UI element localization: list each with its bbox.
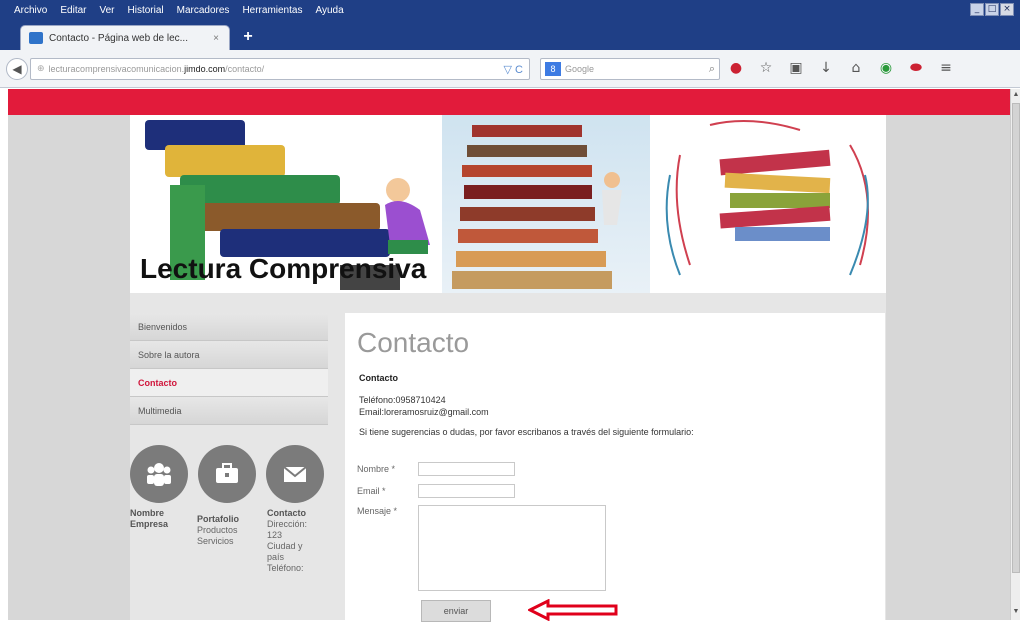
footer-portfolio-title: Portafolio <box>197 514 239 524</box>
email-input[interactable] <box>418 484 515 498</box>
people-icon <box>130 445 188 503</box>
contact-message: Si tiene sugerencias o dudas, por favor … <box>359 427 694 437</box>
menu-ver[interactable]: Ver <box>99 5 114 16</box>
footer-line: Productos <box>197 525 238 535</box>
dancing-books-illustration <box>650 115 886 293</box>
climbing-books-illustration <box>442 115 650 293</box>
nav-item-multimedia[interactable]: Multimedia <box>130 397 328 425</box>
menu-archivo[interactable]: Archivo <box>14 5 47 16</box>
scroll-up-icon[interactable]: ▲ <box>1012 91 1020 101</box>
footer-line: país <box>267 552 285 562</box>
site-title[interactable]: Lectura Comprensiva <box>140 253 426 285</box>
scroll-down-icon[interactable]: ▼ <box>1012 608 1020 618</box>
footer-line: Teléfono: <box>267 563 304 573</box>
search-engine-icon[interactable]: 8 <box>545 62 561 76</box>
message-label: Mensaje * <box>357 506 398 516</box>
scroll-thumb[interactable] <box>1012 103 1020 573</box>
navigation-toolbar: ◀ ⊕ lecturacomprensivacomunicacion.jimdo… <box>0 50 1020 88</box>
email-label: Email * <box>357 486 386 496</box>
header-banner: Lectura Comprensiva <box>130 115 886 293</box>
contact-email: Email:loreramosruiz@gmail.com <box>359 407 489 417</box>
tab-contacto[interactable]: Contacto - Página web de lec... × <box>20 25 230 50</box>
search-bar[interactable]: 8 Google ⌕ <box>540 58 720 80</box>
footer-line: Dirección: <box>267 519 308 529</box>
menu-herramientas[interactable]: Herramientas <box>242 5 302 16</box>
tab-strip: Contacto - Página web de lec... × + <box>0 20 1020 50</box>
menu-icon[interactable]: ≡ <box>938 60 954 76</box>
menu-editar[interactable]: Editar <box>60 5 86 16</box>
message-textarea[interactable] <box>418 505 606 591</box>
footer-line: Servicios <box>197 536 234 546</box>
contact-subheading: Contacto <box>359 373 398 383</box>
nav-item-sobre-la-autora[interactable]: Sobre la autora <box>130 341 328 369</box>
contact-phone: Teléfono:0958710424 <box>359 395 446 405</box>
footer-line: 123 <box>267 530 283 540</box>
side-navigation: Bienvenidos Sobre la autora Contacto Mul… <box>130 313 328 425</box>
briefcase-icon <box>198 445 256 503</box>
menu-ayuda[interactable]: Ayuda <box>315 5 343 16</box>
clipboard-icon[interactable]: ▣ <box>788 60 804 76</box>
address-bar[interactable]: ⊕ lecturacomprensivacomunicacion.jimdo.c… <box>30 58 530 80</box>
nav-item-bienvenidos[interactable]: Bienvenidos <box>130 313 328 341</box>
footer-icons <box>130 445 324 503</box>
close-window-button[interactable]: × <box>1000 3 1014 16</box>
readlater-icon[interactable]: ● <box>728 60 744 76</box>
name-input[interactable] <box>418 462 515 476</box>
menu-historial[interactable]: Historial <box>128 5 164 16</box>
menu-marcadores[interactable]: Marcadores <box>177 5 230 16</box>
nav-item-contacto[interactable]: Contacto <box>130 369 328 397</box>
addon-icon[interactable]: ◉ <box>878 60 894 76</box>
abp-icon[interactable]: ⬬ <box>908 60 924 76</box>
footer-col-portfolio: Portafolio Productos Servicios <box>197 514 267 574</box>
download-icon[interactable]: ↓ <box>818 60 834 76</box>
annotation-arrow-icon <box>528 599 618 621</box>
window-controls: _ □ × <box>970 3 1014 16</box>
footer-line: Ciudad y <box>267 541 303 551</box>
site-favicon-icon <box>29 32 43 44</box>
footer-company-title: Nombre Empresa <box>130 508 169 529</box>
url-text: lecturacomprensivacomunicacion.jimdo.com… <box>48 64 265 74</box>
search-placeholder: Google <box>565 64 595 74</box>
envelope-icon <box>266 445 324 503</box>
contact-panel: Contacto Contacto Teléfono:0958710424 Em… <box>345 313 885 622</box>
toolbar-icons: ● ☆ ▣ ↓ ⌂ ◉ ⬬ ≡ <box>728 60 954 76</box>
footer-contact-title: Contacto <box>267 508 306 518</box>
page-title: Contacto <box>357 327 470 358</box>
star-icon[interactable]: ☆ <box>758 60 774 76</box>
menu-bar: Archivo Editar Ver Historial Marcadores … <box>0 0 1020 20</box>
scrollbar[interactable]: ▲ ▼ <box>1010 89 1020 620</box>
back-button[interactable]: ◀ <box>6 58 28 80</box>
footer-col-contact: Contacto Dirección: 123 Ciudad y país Te… <box>267 508 337 574</box>
minimize-button[interactable]: _ <box>970 3 984 16</box>
home-icon[interactable]: ⌂ <box>848 60 864 76</box>
site-top-bar <box>8 89 1010 115</box>
lock-icon: ⊕ <box>37 64 45 74</box>
maximize-button[interactable]: □ <box>985 3 999 16</box>
new-tab-button[interactable]: + <box>240 28 256 46</box>
tab-close-icon[interactable]: × <box>213 33 219 44</box>
footer-columns: Nombre Empresa Portafolio Productos Serv… <box>130 508 337 574</box>
tab-title: Contacto - Página web de lec... <box>49 32 188 44</box>
footer-col-company: Nombre Empresa <box>130 508 197 574</box>
search-icon[interactable]: ⌕ <box>709 63 715 76</box>
name-label: Nombre * <box>357 464 396 474</box>
reload-button[interactable]: ▽ C <box>504 63 523 76</box>
send-button[interactable]: enviar <box>421 600 491 622</box>
